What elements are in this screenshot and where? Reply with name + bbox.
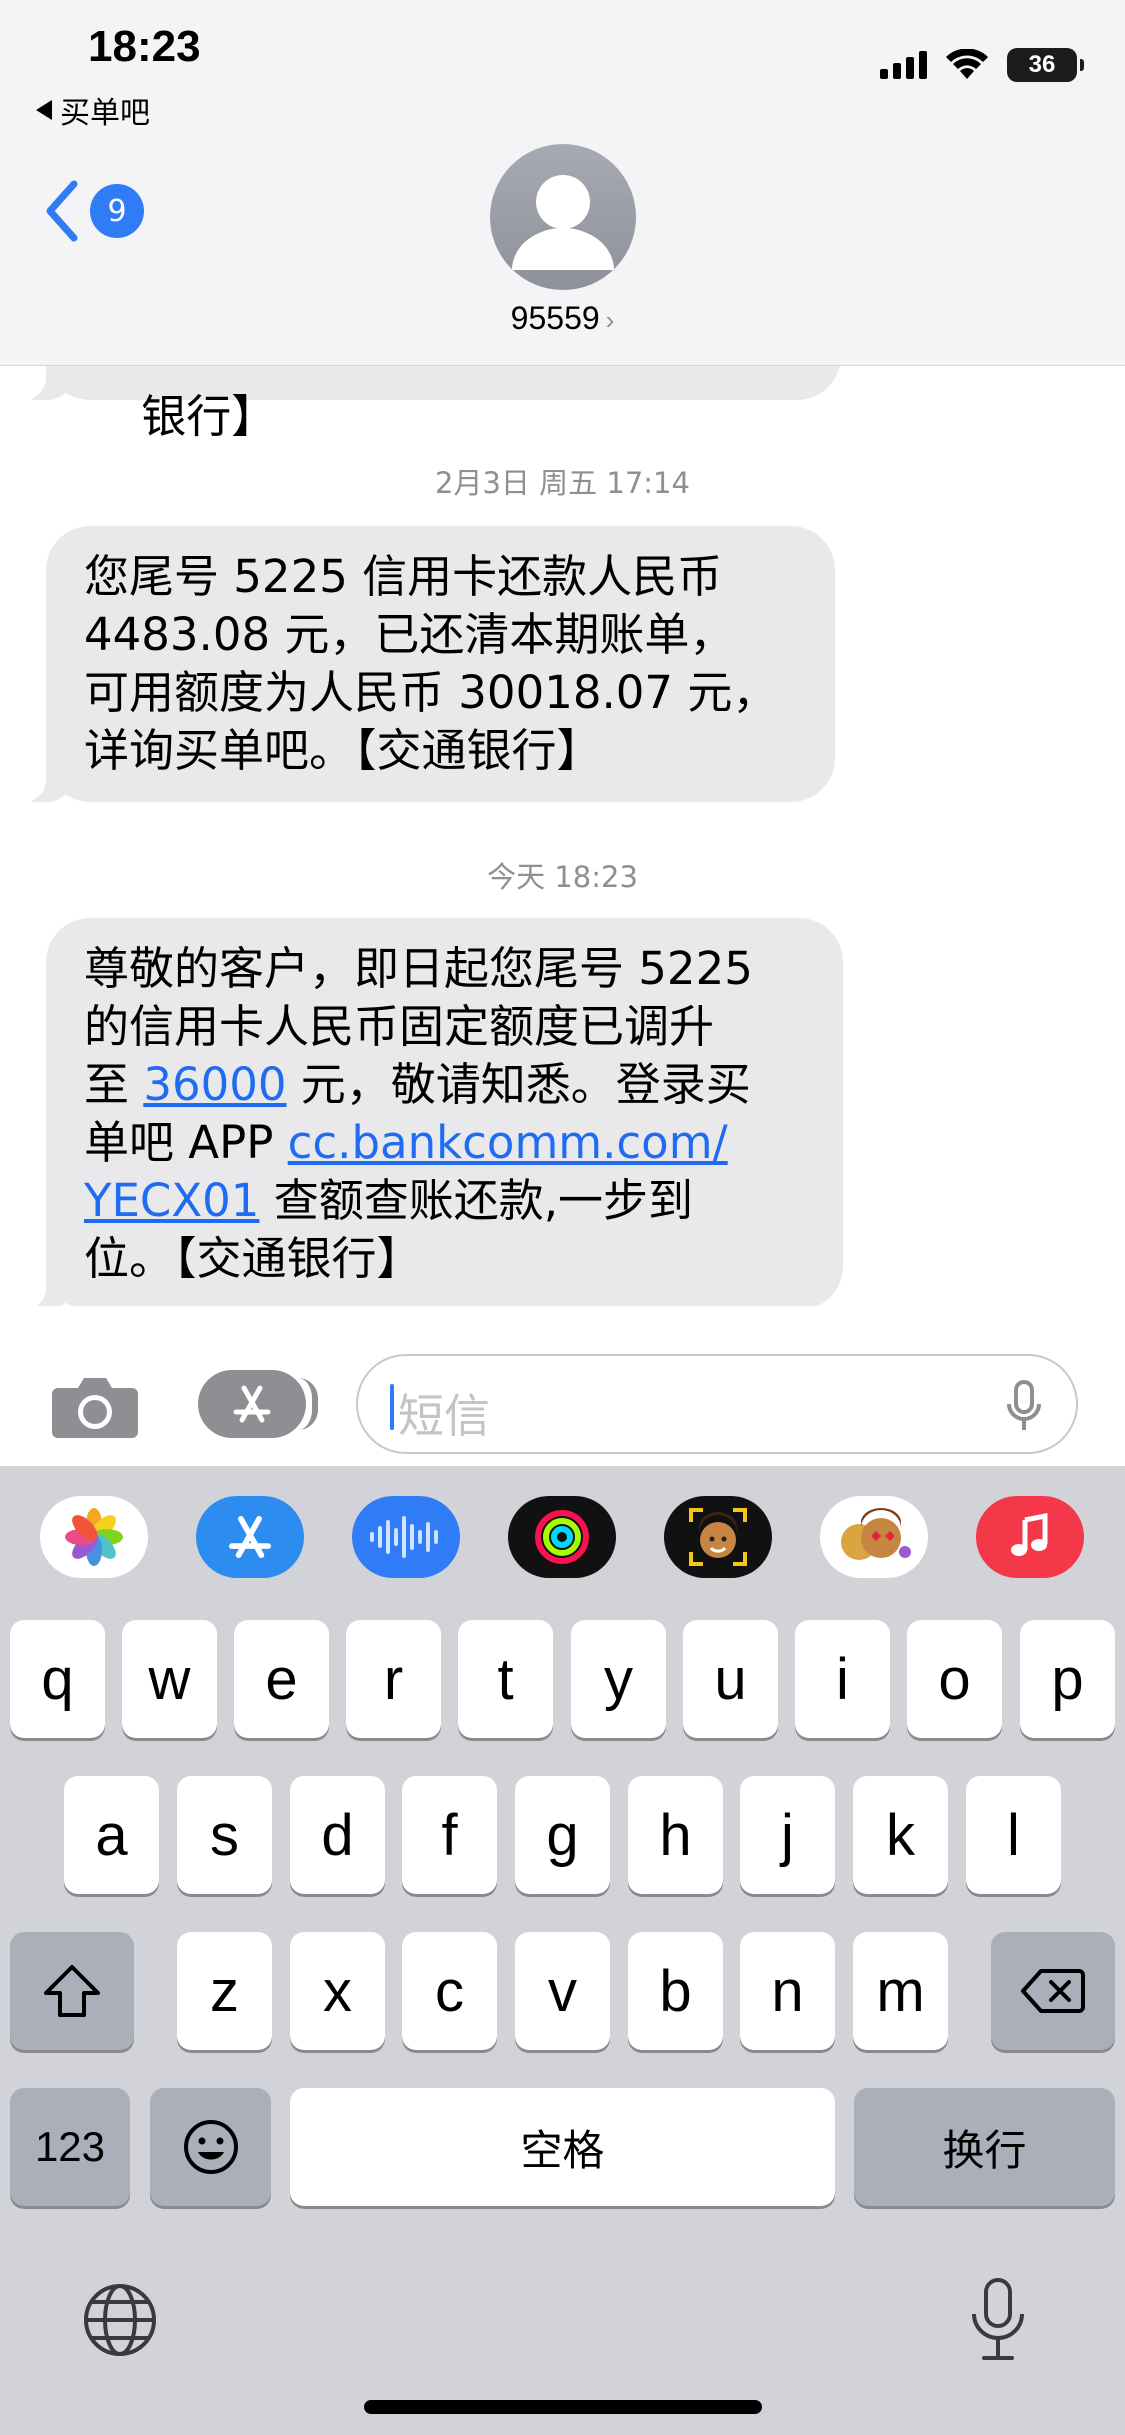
key-i[interactable]: i: [795, 1620, 890, 1738]
timestamp-date: 今天: [487, 860, 546, 894]
message-input[interactable]: 短信: [356, 1354, 1078, 1454]
timestamp-time: 18:23: [554, 860, 638, 894]
cellular-signal-icon: [880, 51, 927, 79]
timestamp-time: 17:14: [606, 466, 690, 500]
delete-key[interactable]: [991, 1932, 1115, 2050]
message-bubble[interactable]: 尊敬的客户，即日起您尾号 5225 的信用卡人民币固定额度已调升 至 36000…: [16, 918, 843, 1306]
amount-link[interactable]: 36000: [143, 1058, 286, 1111]
key-r[interactable]: r: [346, 1620, 441, 1738]
memoji-stickers-app-icon[interactable]: [820, 1496, 928, 1578]
key-f[interactable]: f: [402, 1776, 497, 1894]
wifi-icon: [946, 49, 988, 79]
dictation-mic-icon[interactable]: [1006, 1380, 1042, 1434]
key-e[interactable]: e: [234, 1620, 329, 1738]
shift-key[interactable]: [10, 1932, 134, 2050]
contact-avatar[interactable]: [490, 144, 636, 290]
key-l[interactable]: l: [966, 1776, 1061, 1894]
timestamp: 2月3日 周五 17:14: [0, 460, 1125, 502]
key-o[interactable]: o: [907, 1620, 1002, 1738]
key-a[interactable]: a: [64, 1776, 159, 1894]
key-g[interactable]: g: [515, 1776, 610, 1894]
space-key[interactable]: 空格: [290, 2088, 835, 2206]
camera-icon[interactable]: [52, 1374, 138, 1438]
back-triangle-icon: [36, 100, 52, 120]
timestamp: 今天 18:23: [0, 854, 1125, 896]
message-bubble-partial[interactable]: 银行】: [16, 366, 841, 443]
back-to-app-link[interactable]: 买单吧: [36, 88, 150, 132]
home-indicator[interactable]: [364, 2400, 762, 2414]
key-c[interactable]: c: [402, 1932, 497, 2050]
key-q[interactable]: q: [10, 1620, 105, 1738]
message-thread[interactable]: 银行】 2月3日 周五 17:14 您尾号 5225 信用卡还款人民币 4483…: [0, 366, 1125, 1306]
imessage-app-row: [0, 1496, 1125, 1578]
back-app-label: 买单吧: [60, 96, 150, 131]
shift-icon: [44, 1965, 100, 2017]
contact-name-button[interactable]: 95559 ›: [0, 300, 1125, 337]
key-t[interactable]: t: [458, 1620, 553, 1738]
chevron-right-icon: ›: [605, 305, 615, 335]
key-b[interactable]: b: [628, 1932, 723, 2050]
emoji-key[interactable]: [150, 2088, 271, 2206]
key-s[interactable]: s: [177, 1776, 272, 1894]
memoji-app-icon[interactable]: [664, 1496, 772, 1578]
key-k[interactable]: k: [853, 1776, 948, 1894]
photos-app-icon[interactable]: [40, 1496, 148, 1578]
conversation-header: 18:23 买单吧 36 9 95559 ›: [0, 0, 1125, 366]
message-text: 银行】: [141, 390, 277, 443]
key-n[interactable]: n: [740, 1932, 835, 2050]
chevron-left-icon: [46, 180, 78, 242]
message-input-placeholder: 短信: [398, 1389, 490, 1443]
message-bubble[interactable]: 您尾号 5225 信用卡还款人民币 4483.08 元，已还清本期账单， 可用额…: [16, 526, 835, 802]
activity-app-icon[interactable]: [508, 1496, 616, 1578]
compose-bar: 短信: [0, 1330, 1125, 1466]
message-text: 您尾号 5225 信用卡还款人民币 4483.08 元，已还清本期账单， 可用额…: [84, 550, 778, 777]
contact-name: 95559: [510, 300, 600, 336]
key-m[interactable]: m: [853, 1932, 948, 2050]
person-icon: [512, 175, 614, 270]
status-indicators: 36: [880, 48, 1084, 82]
key-z[interactable]: z: [177, 1932, 272, 2050]
key-w[interactable]: w: [122, 1620, 217, 1738]
url-link[interactable]: cc.bankcomm.com/: [288, 1116, 728, 1169]
audio-message-app-icon[interactable]: [352, 1496, 460, 1578]
globe-icon[interactable]: [82, 2282, 158, 2358]
key-p[interactable]: p: [1020, 1620, 1115, 1738]
status-time: 18:23: [88, 22, 201, 71]
app-store-app-icon[interactable]: [196, 1496, 304, 1578]
key-d[interactable]: d: [290, 1776, 385, 1894]
key-v[interactable]: v: [515, 1932, 610, 2050]
key-h[interactable]: h: [628, 1776, 723, 1894]
keyboard: q w e r t y u i o p a s d f g h j k l z …: [0, 1466, 1125, 2435]
timestamp-date: 2月3日 周五: [435, 466, 598, 500]
emoji-icon: [183, 2120, 238, 2174]
backspace-icon: [1021, 1969, 1085, 2013]
text-caret: [390, 1384, 394, 1430]
dictation-icon[interactable]: [970, 2276, 1026, 2364]
battery-indicator: 36: [1007, 48, 1084, 82]
app-store-button[interactable]: [198, 1370, 318, 1438]
key-u[interactable]: u: [683, 1620, 778, 1738]
key-x[interactable]: x: [290, 1932, 385, 2050]
key-y[interactable]: y: [571, 1620, 666, 1738]
app-store-icon: [233, 1385, 271, 1423]
url-link-continued[interactable]: YECX01: [84, 1174, 259, 1227]
music-app-icon[interactable]: [976, 1496, 1084, 1578]
key-j[interactable]: j: [740, 1776, 835, 1894]
numbers-key[interactable]: 123: [10, 2088, 130, 2206]
return-key[interactable]: 换行: [854, 2088, 1115, 2206]
back-button[interactable]: 9: [44, 180, 144, 242]
unread-count-badge: 9: [90, 184, 144, 238]
